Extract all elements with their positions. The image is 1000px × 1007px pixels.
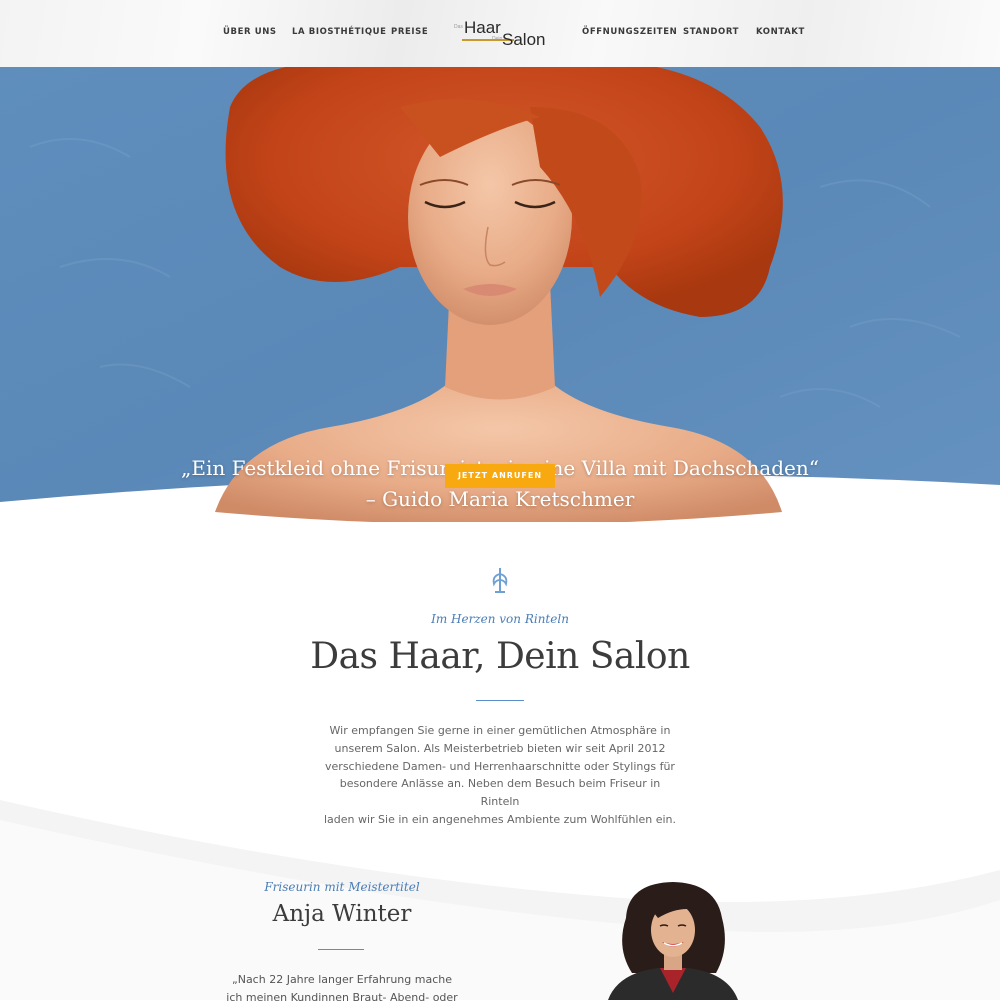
nav-standort[interactable]: STANDORT — [683, 27, 739, 37]
nav-preise[interactable]: PREISE — [391, 27, 428, 37]
intro-title: Das Haar, Dein Salon — [310, 636, 690, 677]
intro-line: unserem Salon. Als Meisterbetrieb bieten… — [334, 741, 666, 755]
fleur-ornament-icon — [492, 568, 508, 593]
intro-line: verschiedene Damen- und Herrenhaarschnit… — [325, 759, 675, 773]
intro-paragraph: Wir empfangen Sie gerne in einer gemütli… — [320, 722, 680, 829]
nav-kontakt[interactable]: KONTAKT — [756, 27, 805, 37]
intro-kicker: Im Herzen von Rinteln — [431, 612, 569, 626]
call-now-button[interactable]: JETZT ANRUFEN — [445, 464, 555, 488]
profile-name: Anja Winter — [272, 901, 412, 927]
hero-quote-author: – Guido Maria Kretschmer — [365, 487, 635, 511]
nav-ueber-uns[interactable]: ÜBER UNS — [223, 27, 277, 37]
intro-line: besondere Anlässe an. Neben dem Besuch b… — [339, 777, 661, 809]
nav-oeffnungszeiten[interactable]: ÖFFNUNGSZEITEN — [582, 27, 677, 37]
logo-dein: Dein — [492, 36, 503, 42]
intro-line: laden wir Sie in ein angenehmes Ambiente… — [323, 812, 677, 826]
intro-line: Wir empfangen Sie gerne in einer gemütli… — [329, 724, 671, 737]
profile-line: ich meinen Kundinnen Braut- Abend- oder — [226, 991, 458, 1004]
logo-haar: Haar — [464, 18, 501, 37]
logo-das: Das — [454, 24, 463, 30]
salon-logo[interactable]: Das Haar Dein Salon — [452, 18, 548, 52]
profile-line: „Nach 22 Jahre langer Erfahrung mache — [232, 973, 452, 986]
profile-kicker: Friseurin mit Meistertitel — [264, 880, 420, 894]
nav-la-biosthetique[interactable]: LA BIOSTHÉTIQUE — [292, 27, 387, 37]
hero-section: „Ein Festkleid ohne Frisur, ist wie eine… — [0, 67, 1000, 522]
portrait-photo — [608, 882, 738, 1000]
site-header: ÜBER UNS LA BIOSTHÉTIQUE PREISE Das Haar… — [0, 0, 1000, 67]
logo-salon: Salon — [502, 30, 546, 49]
profile-divider — [318, 949, 364, 950]
profile-quote: „Nach 22 Jahre langer Erfahrung mache ic… — [222, 971, 462, 1007]
intro-divider — [476, 700, 524, 701]
